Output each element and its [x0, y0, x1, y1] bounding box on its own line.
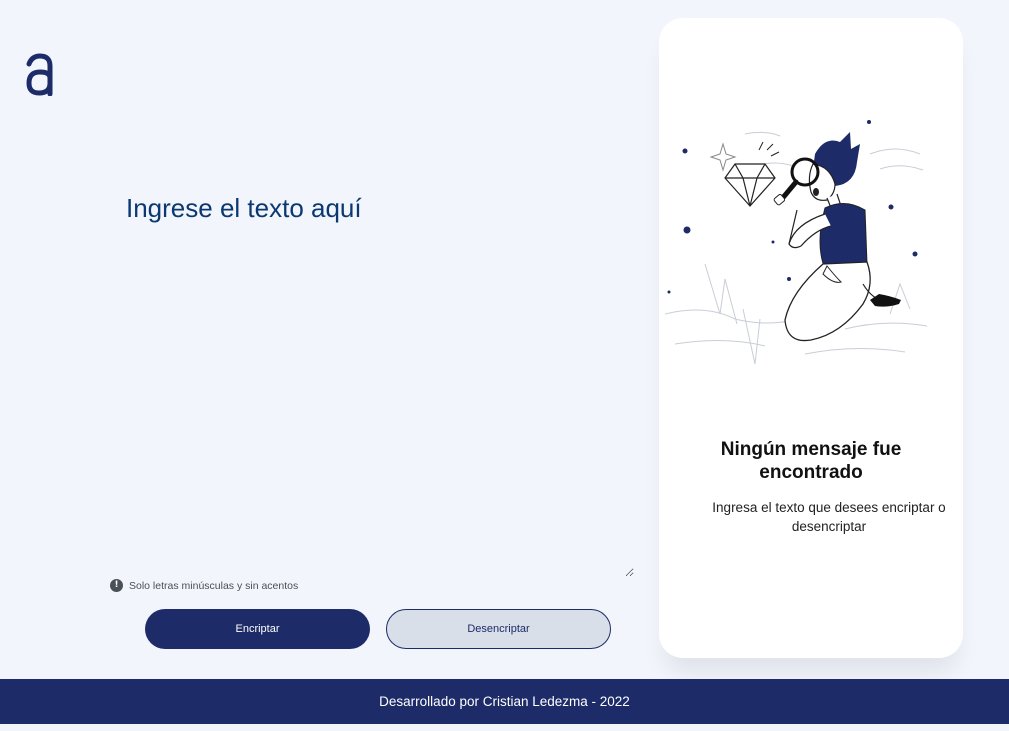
hint-text: Solo letras minúsculas y sin acentos — [129, 579, 299, 592]
input-hint: ! Solo letras minúsculas y sin acentos — [110, 578, 298, 593]
exclamation-circle-icon: ! — [110, 579, 123, 592]
output-panel: Ningún mensaje fue encontrado Ingresa el… — [659, 18, 963, 658]
decrypt-button[interactable]: Desencriptar — [386, 609, 611, 649]
empty-state-title: Ningún mensaje fue encontrado — [720, 439, 902, 483]
footer: Desarrollado por Cristian Ledezma - 2022 — [0, 679, 1009, 724]
encrypt-button[interactable]: Encriptar — [145, 609, 370, 649]
person-with-magnifying-glass-illustration — [665, 120, 928, 365]
logo-icon — [26, 53, 53, 96]
message-input[interactable] — [118, 185, 634, 577]
footer-text: Desarrollado por Cristian Ledezma - 2022 — [379, 694, 630, 709]
empty-state-subtitle: Ingresa el texto que desees encriptar o … — [712, 500, 946, 534]
